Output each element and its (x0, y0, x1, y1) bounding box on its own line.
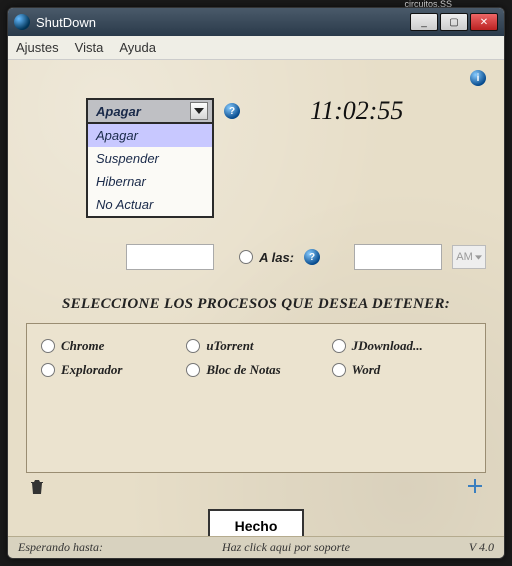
action-dropdown[interactable]: Apagar Apagar Suspender Hibernar No Actu… (86, 98, 214, 124)
status-version: V 4.0 (469, 540, 494, 555)
ampm-label: AM (456, 251, 473, 263)
process-label: Bloc de Notas (206, 362, 280, 378)
process-item[interactable]: Word (332, 358, 471, 382)
background-tab: circuitos.SS (396, 0, 460, 7)
process-label: Explorador (61, 362, 122, 378)
at-time-radio[interactable]: A las: (239, 250, 294, 265)
time-input[interactable] (354, 244, 442, 270)
window-controls: _ ▢ ✕ (410, 13, 498, 31)
process-item[interactable]: uTorrent (186, 334, 325, 358)
process-label: uTorrent (206, 338, 253, 354)
action-row: Apagar Apagar Suspender Hibernar No Actu… (86, 96, 486, 126)
ampm-toggle[interactable]: AM (452, 245, 486, 269)
process-item[interactable]: JDownload... (332, 334, 471, 358)
chevron-down-icon (475, 255, 482, 260)
main-window: ShutDown _ ▢ ✕ Ajustes Vista Ayuda i Apa… (7, 7, 505, 559)
close-button[interactable]: ✕ (470, 13, 498, 31)
process-item[interactable]: Bloc de Notas (186, 358, 325, 382)
menubar: Ajustes Vista Ayuda (8, 36, 504, 60)
clock-display: 11:02:55 (310, 96, 403, 126)
process-radio[interactable] (186, 339, 200, 353)
process-item[interactable]: Chrome (41, 334, 180, 358)
process-actions (26, 479, 486, 495)
dropdown-selected: Apagar (96, 104, 141, 119)
process-radio[interactable] (41, 363, 55, 377)
minimize-button[interactable]: _ (410, 13, 438, 31)
at-time-label: A las: (259, 250, 294, 265)
help-icon[interactable]: ? (224, 103, 240, 119)
process-radio[interactable] (41, 339, 55, 353)
help-icon[interactable]: ? (304, 249, 320, 265)
status-support-link[interactable]: Haz click aqui por soporte (103, 540, 469, 555)
processes-heading: SELECCIONE LOS PROCESOS QUE DESEA DETENE… (26, 296, 486, 313)
duration-input[interactable] (126, 244, 214, 270)
chevron-down-icon[interactable] (190, 102, 208, 120)
process-label: JDownload... (352, 338, 423, 354)
menu-ayuda[interactable]: Ayuda (119, 40, 156, 55)
time-mode-row: A las: ? AM (26, 244, 486, 270)
trash-icon[interactable] (30, 479, 44, 495)
process-label: Word (352, 362, 381, 378)
process-item[interactable]: Explorador (41, 358, 180, 382)
dropdown-option[interactable]: Apagar (88, 124, 212, 147)
dropdown-option[interactable]: Hibernar (88, 170, 212, 193)
dropdown-option[interactable]: Suspender (88, 147, 212, 170)
statusbar: Esperando hasta: Haz click aqui por sopo… (8, 536, 504, 558)
status-left: Esperando hasta: (18, 540, 103, 555)
menu-ajustes[interactable]: Ajustes (16, 40, 59, 55)
dropdown-button[interactable]: Apagar (86, 98, 214, 124)
maximize-button[interactable]: ▢ (440, 13, 468, 31)
add-icon[interactable] (468, 479, 482, 495)
process-list: Chrome uTorrent JDownload... Explorador … (26, 323, 486, 473)
titlebar: ShutDown _ ▢ ✕ (8, 8, 504, 36)
process-label: Chrome (61, 338, 104, 354)
menu-vista[interactable]: Vista (75, 40, 104, 55)
content-area: i Apagar Apagar Suspender Hibernar No Ac… (8, 60, 504, 536)
process-radio[interactable] (332, 363, 346, 377)
at-time-radio-input[interactable] (239, 250, 253, 264)
dropdown-option[interactable]: No Actuar (88, 193, 212, 216)
app-icon (14, 14, 30, 30)
window-title: ShutDown (36, 15, 410, 30)
info-icon[interactable]: i (470, 70, 486, 86)
process-radio[interactable] (332, 339, 346, 353)
dropdown-list: Apagar Suspender Hibernar No Actuar (86, 124, 214, 218)
process-radio[interactable] (186, 363, 200, 377)
